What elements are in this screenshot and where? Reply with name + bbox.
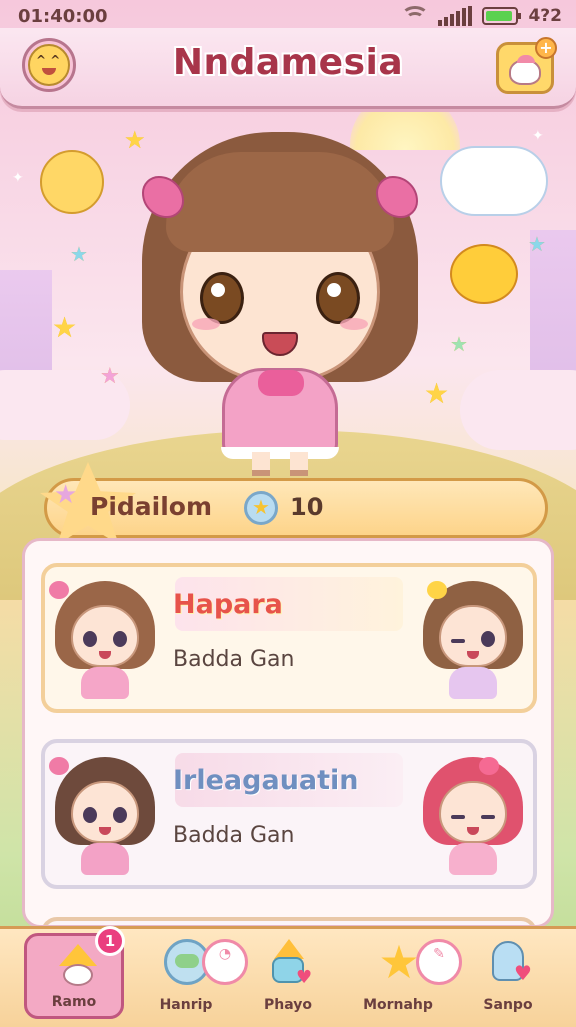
plus-icon: + [535,37,557,59]
character-blush [192,318,220,330]
battery-text: 4?2 [528,6,562,26]
sparkle-icon: ✦ [12,170,24,186]
shop-button[interactable]: + [496,37,557,94]
nav-item-sanpo[interactable]: ♥ Sanpo [458,933,558,1019]
signal-icon [438,6,473,26]
card-title: Hapara [173,589,283,620]
nav-label: Sanpo [483,997,533,1013]
character-eye [316,272,360,324]
bottom-navigation: Ramo 1 Hanrip ◔ ♥ Phayo ★ Mornahp ✎ ♥ Sa… [0,926,576,1027]
star-icon: ★ [52,311,78,344]
notification-badge: 1 [95,926,125,956]
character-portrait [417,753,529,881]
main-character[interactable] [130,132,430,476]
battery-icon [482,7,522,25]
sparkle-icon: ✦ [532,128,544,144]
app-title: Nndamesia [172,42,404,83]
battery-fill [486,11,512,21]
nav-label: Mornahp [363,997,433,1013]
card-subtitle: Badda Gan [173,647,295,672]
star-coin-icon: ★ [244,491,278,525]
wifi-icon [401,6,430,26]
home-hat-icon [55,942,101,988]
cloud-right [460,370,576,450]
nav-label: Ramo [51,994,97,1010]
dress-ribbon-icon [258,370,304,396]
character-portrait [49,753,161,881]
character-portrait [49,577,161,705]
card-subtitle: Badda Gan [173,823,295,848]
character-leg [290,452,308,476]
smiling-sun-character [40,150,104,214]
character-icon: ♥ [486,939,532,985]
character-blush [340,318,368,330]
character-eye [200,272,244,324]
character-list-panel[interactable]: Hapara Badda Gan Irleagauatin Badda Gan [22,538,554,928]
status-icons: 4?2 [401,6,562,26]
nav-item-ramo[interactable]: Ramo 1 [24,926,125,1019]
nav-label: Phayo [264,997,312,1013]
character-card[interactable]: Hapara Badda Gan [41,563,537,713]
currency-value: 10 [290,493,324,521]
mascot-shop-icon [509,55,541,85]
character-bangs [166,152,394,252]
character-card[interactable]: Irleagauatin Badda Gan [41,739,537,889]
nav-item-mornahp[interactable]: ★ Mornahp ✎ [348,933,462,1019]
star-character [450,244,518,304]
app-header: Nndamesia + [0,28,576,109]
character-portrait [417,577,529,705]
gift-icon: ✎ [416,939,462,985]
banner-label: Pidailom [90,492,213,521]
cloud-character [440,146,548,216]
nav-item-hanrip[interactable]: Hanrip ◔ [136,933,248,1019]
star-icon: ★ [450,332,468,356]
gem-star-icon: ★ [54,480,78,510]
nav-item-phayo[interactable]: ♥ Phayo [238,933,338,1019]
star-icon: ★ [528,232,546,256]
character-leg [252,452,270,476]
star-icon: ★ [100,364,120,389]
nav-label: Hanrip [159,997,213,1013]
status-time: 01:40:00 [18,6,108,27]
card-title: Irleagauatin [173,765,359,796]
play-cone-icon: ♥ [266,939,312,987]
star-icon: ★ [70,242,88,266]
